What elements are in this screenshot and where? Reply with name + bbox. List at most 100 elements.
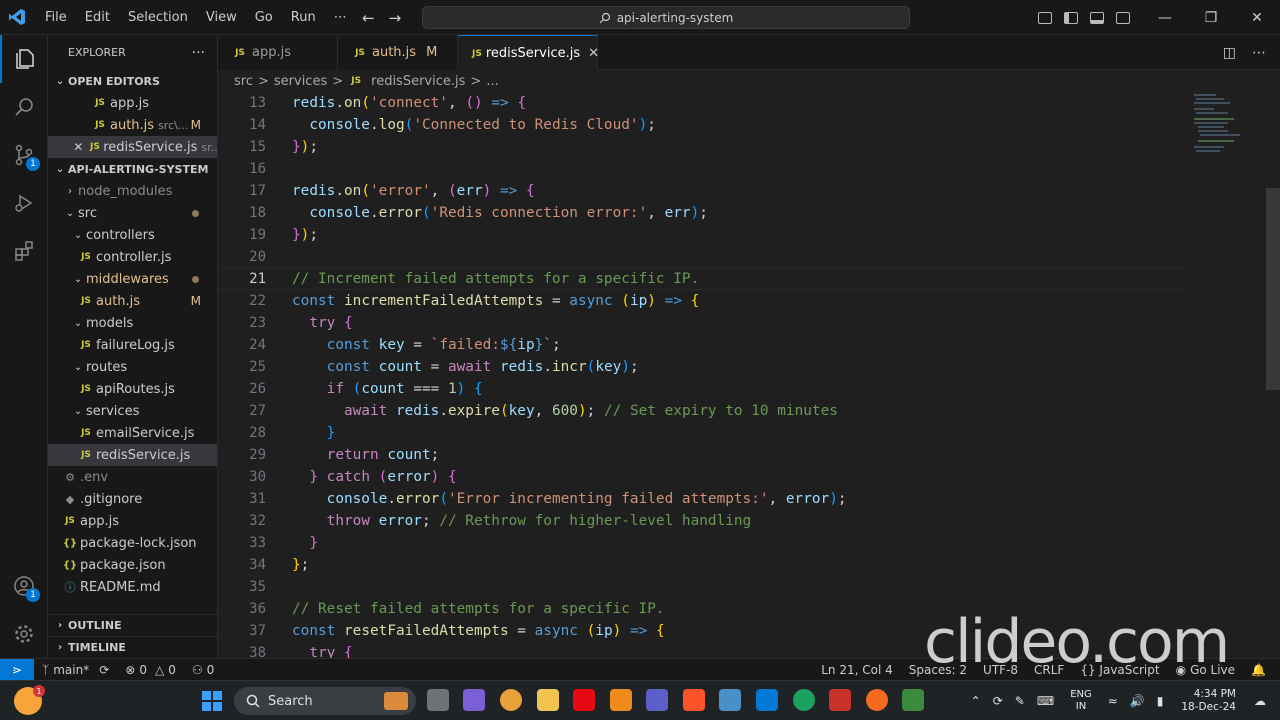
tab-redisservice-js[interactable]: JS redisService.js ✕ xyxy=(458,35,599,71)
tree-folder-routes[interactable]: ⌄ routes xyxy=(48,356,217,378)
brave-icon[interactable] xyxy=(683,689,705,711)
close-tab-icon[interactable]: ✕ xyxy=(588,46,599,61)
tree-file[interactable]: JS controller.js xyxy=(48,246,217,268)
mongodb-icon[interactable] xyxy=(793,689,815,711)
photos-icon[interactable] xyxy=(719,689,741,711)
menu-edit[interactable]: Edit xyxy=(76,0,119,35)
remote-indicator-icon[interactable]: ⋗ xyxy=(0,658,34,681)
tree-file-selected[interactable]: JS redisService.js xyxy=(48,444,217,466)
tree-file[interactable]: {} package-lock.json xyxy=(48,532,217,554)
end-of-line[interactable]: CRLF xyxy=(1026,663,1072,677)
menu-more[interactable]: ⋯ xyxy=(325,0,356,35)
breadcrumb-symbol[interactable]: ... xyxy=(486,74,498,89)
close-icon[interactable]: ✕ xyxy=(72,140,85,154)
notifications-bell-icon[interactable]: 🔔 xyxy=(1243,663,1274,677)
explorer-icon[interactable] xyxy=(0,35,48,83)
open-editors-section[interactable]: ⌄ OPEN EDITORS xyxy=(48,70,217,92)
postman-icon[interactable] xyxy=(866,689,888,711)
tab-app-js[interactable]: JS app.js xyxy=(218,35,338,70)
forward-arrow-icon[interactable]: → xyxy=(389,9,402,27)
more-actions-icon[interactable]: ⋯ xyxy=(1252,45,1266,61)
tree-folder-controllers[interactable]: ⌄ controllers xyxy=(48,224,217,246)
tree-file[interactable]: JS failureLog.js xyxy=(48,334,217,356)
weather-widget-icon[interactable]: 1 xyxy=(14,685,45,715)
notifications-icon[interactable]: ☁ xyxy=(1248,694,1272,708)
vlc-icon[interactable] xyxy=(610,689,632,711)
menu-go[interactable]: Go xyxy=(246,0,282,35)
vscode-taskbar-icon[interactable] xyxy=(756,689,778,711)
code-editor[interactable]: 13 redis.on('connect', () => { 14 console… xyxy=(218,92,1280,658)
tree-folder-src[interactable]: ⌄ src xyxy=(48,202,217,224)
volume-icon[interactable]: 🔊 xyxy=(1124,694,1151,708)
timeline-section[interactable]: › TIMELINE xyxy=(48,636,217,658)
search-view-icon[interactable] xyxy=(0,83,48,131)
open-editor-item[interactable]: JS app.js xyxy=(48,92,217,114)
tree-file[interactable]: JS emailService.js xyxy=(48,422,217,444)
encoding[interactable]: UTF-8 xyxy=(975,663,1026,677)
task-view-icon[interactable] xyxy=(427,689,449,711)
go-live-button[interactable]: ◉ Go Live xyxy=(1168,663,1243,677)
source-control-icon[interactable]: 1 xyxy=(0,131,48,179)
toggle-secondary-sidebar-icon[interactable] xyxy=(1110,0,1136,35)
back-arrow-icon[interactable]: ← xyxy=(362,9,375,27)
chevron-up-icon[interactable]: ⌃ xyxy=(965,694,987,708)
explorer-more-actions-button[interactable]: ··· xyxy=(192,45,205,61)
toggle-primary-sidebar-icon[interactable] xyxy=(1058,0,1084,35)
clock[interactable]: 4:34 PM 18-Dec-24 xyxy=(1169,688,1248,714)
cursor-position[interactable]: Ln 21, Col 4 xyxy=(813,663,901,677)
menu-run[interactable]: Run xyxy=(282,0,325,35)
app-icon[interactable] xyxy=(829,689,851,711)
vertical-scrollbar[interactable] xyxy=(1266,188,1280,390)
copilot-icon[interactable] xyxy=(463,689,485,711)
breadcrumb-services[interactable]: services xyxy=(274,74,327,89)
close-window-button[interactable]: ✕ xyxy=(1234,0,1280,35)
open-editor-item[interactable]: JS auth.js src\... M xyxy=(48,114,217,136)
extensions-icon[interactable] xyxy=(0,227,48,275)
restore-button[interactable]: ❐ xyxy=(1188,0,1234,35)
tab-auth-js[interactable]: JS auth.js M xyxy=(338,35,458,70)
customize-layout-icon[interactable] xyxy=(1032,0,1058,35)
chrome-icon[interactable] xyxy=(500,689,522,711)
run-debug-icon[interactable] xyxy=(0,179,48,227)
open-editor-item-active[interactable]: ✕JSredisService.jssr... xyxy=(48,136,217,158)
pen-icon[interactable]: ✎ xyxy=(1009,694,1031,708)
toggle-panel-icon[interactable] xyxy=(1084,0,1110,35)
tree-file[interactable]: JS app.js xyxy=(48,510,217,532)
tree-folder-middlewares[interactable]: ⌄ middlewares xyxy=(48,268,217,290)
sync-tray-icon[interactable]: ⟳ xyxy=(987,694,1009,708)
tree-file[interactable]: ◆ .gitignore xyxy=(48,488,217,510)
tree-file[interactable]: {} package.json xyxy=(48,554,217,576)
menu-view[interactable]: View xyxy=(197,0,246,35)
keyboard-icon[interactable]: ⌨ xyxy=(1031,694,1060,708)
file-explorer-icon[interactable] xyxy=(537,689,559,711)
windows-start-icon[interactable] xyxy=(202,691,222,711)
battery-icon[interactable]: ▮ xyxy=(1151,694,1170,708)
netflix-icon[interactable] xyxy=(573,689,595,711)
manage-gear-icon[interactable] xyxy=(0,610,48,658)
git-tool-icon[interactable] xyxy=(902,689,924,711)
breadcrumb-src[interactable]: src xyxy=(234,74,253,89)
indentation[interactable]: Spaces: 2 xyxy=(901,663,975,677)
language-indicator[interactable]: ENG IN xyxy=(1060,689,1102,713)
split-editor-icon[interactable]: ◫ xyxy=(1223,45,1236,61)
accounts-icon[interactable]: 1 xyxy=(0,562,48,610)
language-mode[interactable]: {} JavaScript xyxy=(1072,663,1167,677)
tree-folder-models[interactable]: ⌄ models xyxy=(48,312,217,334)
menu-file[interactable]: File xyxy=(36,0,76,35)
menu-selection[interactable]: Selection xyxy=(119,0,197,35)
tree-file[interactable]: ⚙ .env xyxy=(48,466,217,488)
project-section[interactable]: ⌄ API-ALERTING-SYSTEM xyxy=(48,158,217,180)
wifi-icon[interactable]: ≈ xyxy=(1102,694,1124,708)
problems-indicator[interactable]: ⊗ 0 △ 0 xyxy=(117,663,184,677)
minimize-button[interactable]: — xyxy=(1142,0,1188,35)
tree-folder-node-modules[interactable]: › node_modules xyxy=(48,180,217,202)
branch-indicator[interactable]: ᛉ main* ⟳ xyxy=(34,663,117,677)
outline-section[interactable]: › OUTLINE xyxy=(48,614,217,636)
tree-file[interactable]: ⓘ README.md xyxy=(48,576,217,598)
teams-icon[interactable] xyxy=(646,689,668,711)
tree-file[interactable]: JS auth.js M xyxy=(48,290,217,312)
command-center-search[interactable]: api-alerting-system xyxy=(422,6,910,29)
tree-file[interactable]: JS apiRoutes.js xyxy=(48,378,217,400)
tree-folder-services[interactable]: ⌄ services xyxy=(48,400,217,422)
breadcrumb-file[interactable]: redisService.js xyxy=(371,74,465,89)
